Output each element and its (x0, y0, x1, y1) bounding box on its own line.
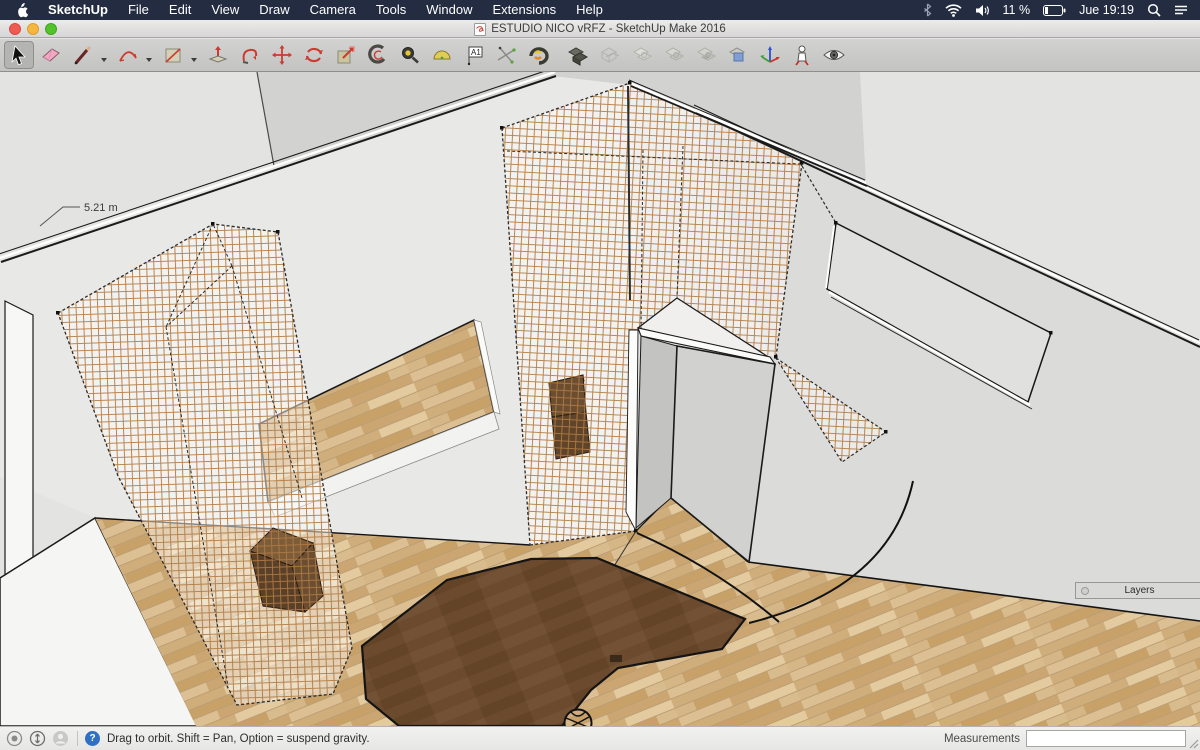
measurements-input[interactable] (1026, 730, 1186, 747)
tool-scale[interactable] (331, 41, 361, 69)
notification-list-icon[interactable] (1174, 4, 1188, 16)
geolocation-icon[interactable] (6, 730, 23, 747)
menu-bar: SketchUp File Edit View Draw Camera Tool… (0, 0, 1200, 20)
line-dropdown-caret[interactable] (101, 58, 107, 62)
tool-wireframe[interactable] (595, 41, 625, 69)
layers-panel[interactable]: Layers (1075, 582, 1200, 599)
dimension-label: 5.21 m (84, 202, 118, 214)
rug-edge-object (610, 655, 622, 662)
title-bar[interactable]: ESTUDIO NICO vRFZ - SketchUp Make 2016 (0, 20, 1200, 38)
battery-icon[interactable] (1043, 5, 1066, 16)
tool-axes[interactable] (491, 41, 521, 69)
tool-dimension[interactable]: A1 (459, 41, 489, 69)
tool-follow-me[interactable] (235, 41, 265, 69)
sign-in-icon[interactable] (52, 730, 69, 747)
svg-text:A1: A1 (471, 48, 481, 57)
menu-item-tools[interactable]: Tools (366, 0, 416, 20)
menu-item-help[interactable]: Help (566, 0, 613, 20)
tool-look-around[interactable] (819, 41, 849, 69)
volume-icon[interactable] (975, 4, 990, 17)
search-icon[interactable] (1147, 3, 1161, 17)
menu-item-view[interactable]: View (201, 0, 249, 20)
tool-eraser[interactable] (36, 41, 66, 69)
tool-offset[interactable] (363, 41, 393, 69)
menu-item-window[interactable]: Window (416, 0, 482, 20)
apple-menu[interactable] (0, 2, 38, 18)
toolbar: A1 (0, 39, 1200, 72)
tool-axes-display[interactable] (755, 41, 785, 69)
tool-hidden-line[interactable] (627, 41, 657, 69)
tool-position-camera[interactable] (787, 41, 817, 69)
tool-shaded[interactable] (659, 41, 689, 69)
resize-grip[interactable] (1187, 737, 1199, 749)
model-viewport[interactable]: 5.21 m (0, 72, 1200, 726)
menu-clock[interactable]: Jue 19:19 (1079, 3, 1134, 17)
menu-item-file[interactable]: File (118, 0, 159, 20)
tool-rotate[interactable] (299, 41, 329, 69)
layers-panel-title: Layers (1089, 585, 1190, 596)
tool-tape-measure[interactable] (395, 41, 425, 69)
tool-arc[interactable] (113, 41, 143, 69)
bluetooth-icon[interactable] (923, 3, 932, 17)
statusbar-divider (77, 731, 78, 746)
tool-select[interactable] (4, 41, 34, 69)
claim-model-icon[interactable] (29, 730, 46, 747)
tool-shaded-with-textures[interactable] (691, 41, 721, 69)
tool-monochrome[interactable] (723, 41, 753, 69)
tool-protractor[interactable] (427, 41, 457, 69)
rectangle-dropdown-caret[interactable] (191, 58, 197, 62)
menu-item-extensions[interactable]: Extensions (482, 0, 566, 20)
menu-item-camera[interactable]: Camera (300, 0, 366, 20)
tool-move[interactable] (267, 41, 297, 69)
document-icon (474, 23, 486, 36)
menu-item-draw[interactable]: Draw (249, 0, 299, 20)
statusbar-hint: Drag to orbit. Shift = Pan, Option = sus… (107, 733, 370, 745)
tool-rectangle[interactable] (158, 41, 188, 69)
arc-dropdown-caret[interactable] (146, 58, 152, 62)
window-title: ESTUDIO NICO vRFZ - SketchUp Make 2016 (491, 23, 726, 35)
tool-push-pull[interactable] (203, 41, 233, 69)
wifi-icon[interactable] (945, 4, 962, 17)
menu-item-sketchup[interactable]: SketchUp (38, 0, 118, 20)
menu-item-edit[interactable]: Edit (159, 0, 201, 20)
apple-logo-icon (14, 2, 28, 18)
help-icon[interactable]: ? (85, 731, 100, 746)
battery-percentage: 11 % (1003, 3, 1031, 17)
sketchup-window: SketchUp File Edit View Draw Camera Tool… (0, 0, 1200, 750)
status-bar: ? Drag to orbit. Shift = Pan, Option = s… (0, 726, 1200, 750)
tool-x-ray[interactable] (563, 41, 593, 69)
tool-paint-bucket[interactable] (523, 41, 553, 69)
measurements-label: Measurements (944, 733, 1020, 745)
layers-close-icon[interactable] (1081, 587, 1089, 595)
tool-line[interactable] (68, 41, 98, 69)
